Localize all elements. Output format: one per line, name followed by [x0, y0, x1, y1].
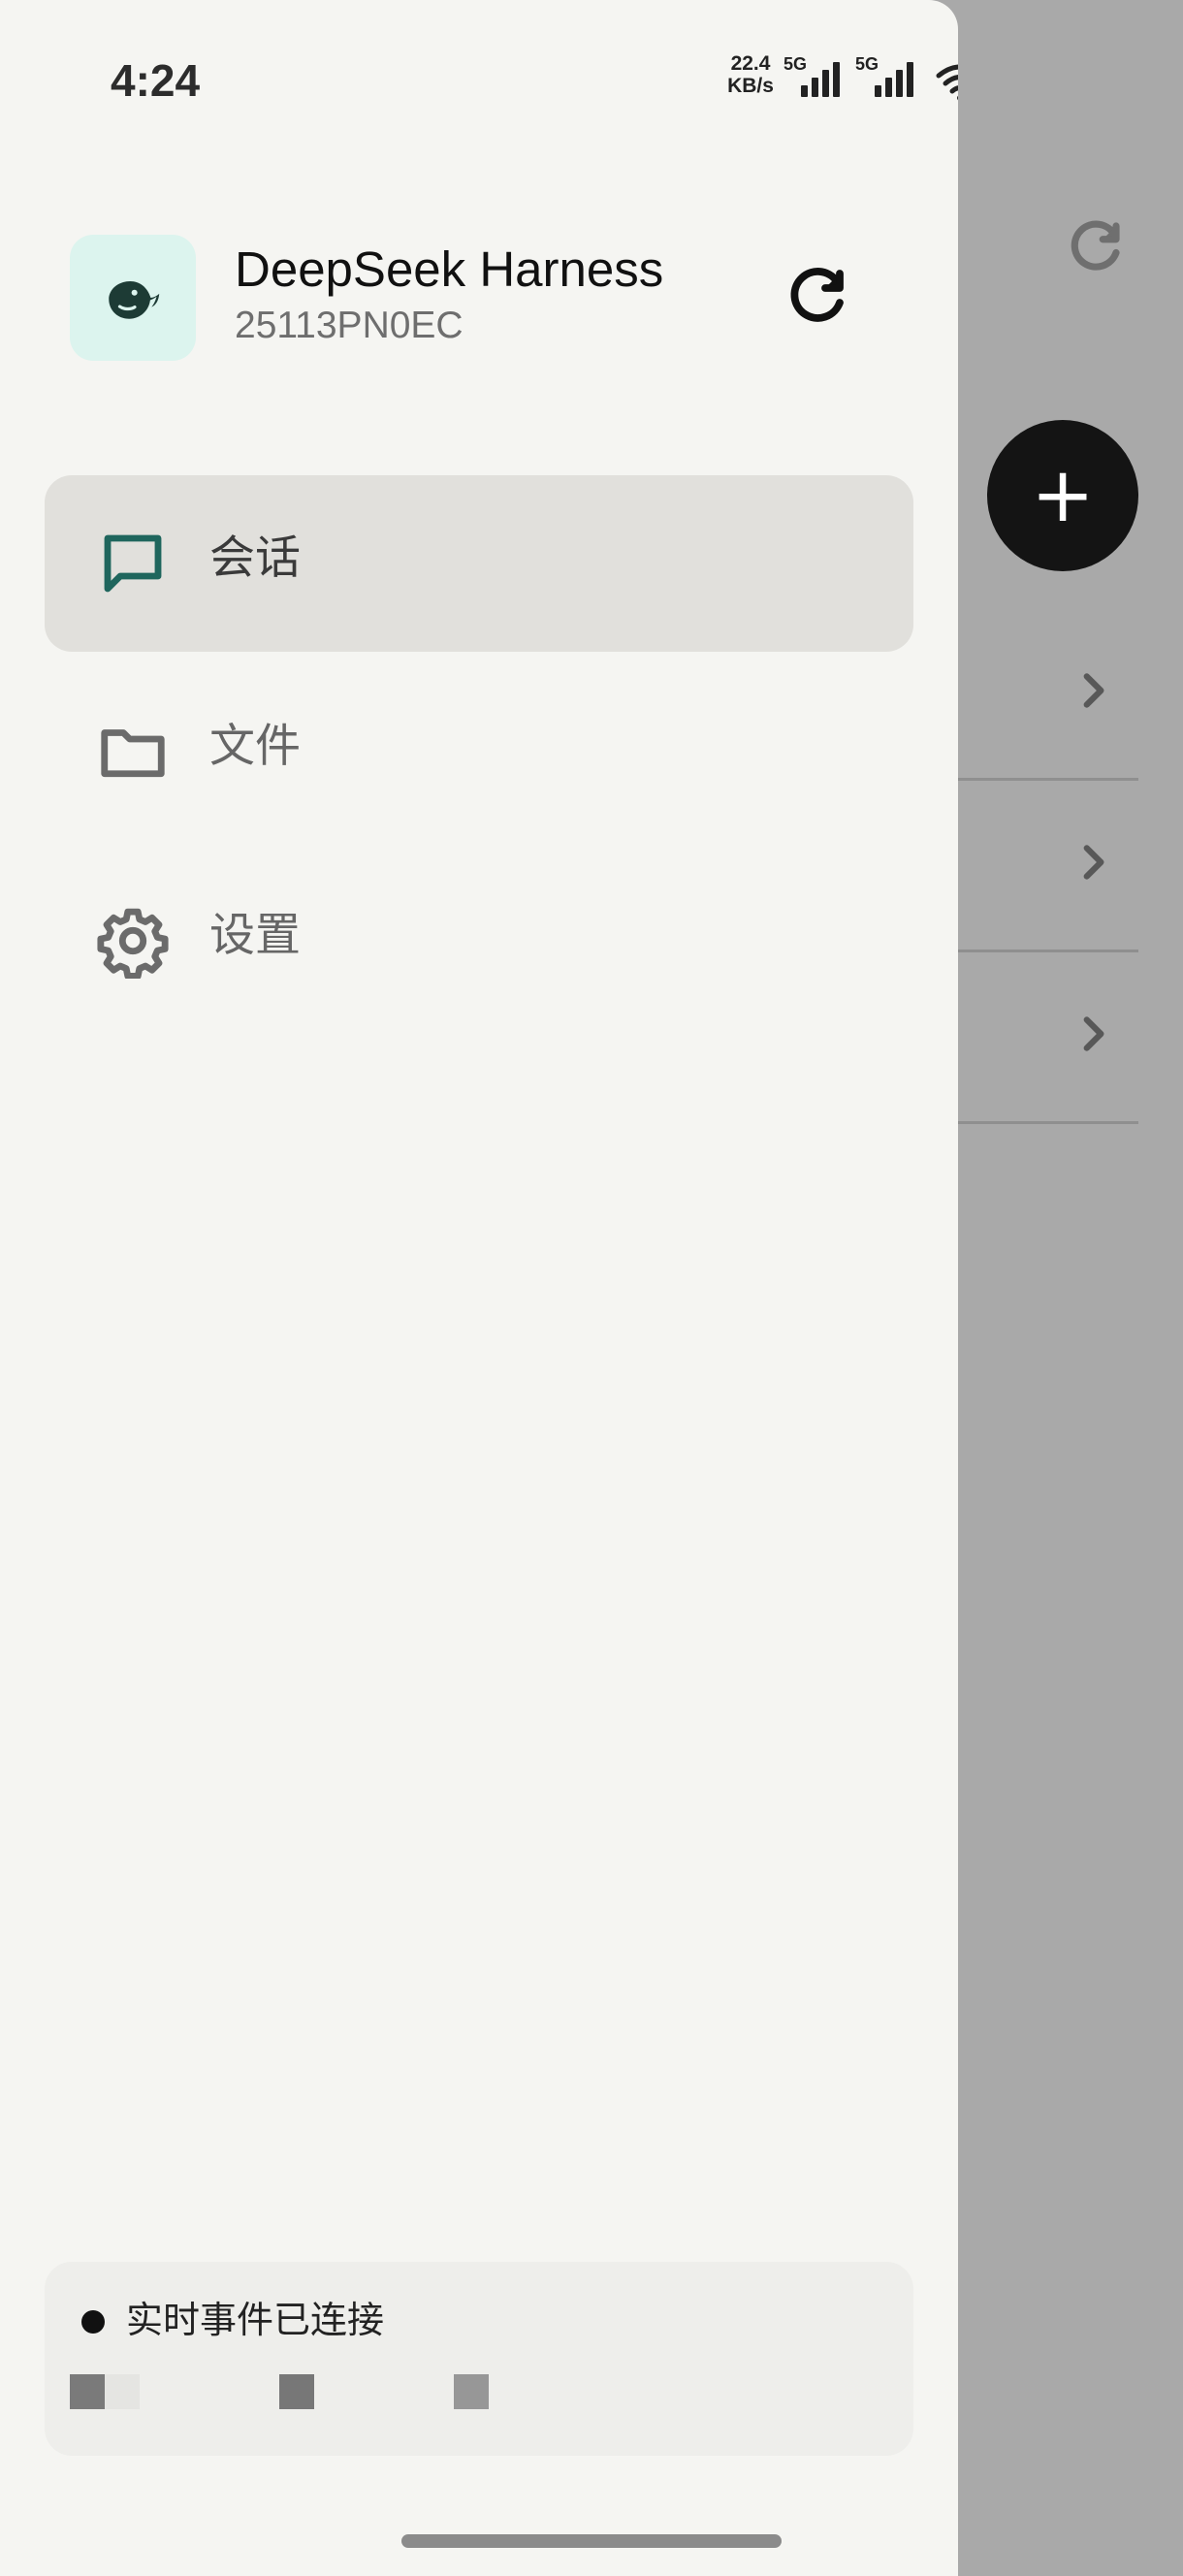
- nav-item-label: 设置: [209, 909, 301, 962]
- chat-bubble-icon: [104, 534, 162, 593]
- navigation-drawer: 4:24 22.4 KB/s 5G 5G 100: [0, 0, 958, 2576]
- plus-icon: +: [1031, 452, 1095, 539]
- app-logo: [70, 235, 196, 361]
- background-list-row[interactable]: [958, 606, 1138, 781]
- deepseek-whale-icon: [109, 280, 160, 319]
- connection-status-text: 实时事件已连接: [126, 2299, 385, 2341]
- device-id: 25113PN0EC: [235, 305, 464, 346]
- background-list-row[interactable]: [958, 950, 1138, 1124]
- connection-status-card: 实时事件已连接: [45, 2262, 913, 2456]
- add-session-fab[interactable]: +: [987, 420, 1138, 571]
- chevron-right-icon: [1083, 673, 1104, 708]
- status-indicators: 22.4 KB/s 5G 5G 100: [719, 50, 958, 111]
- cell-signal-icon: [875, 62, 913, 97]
- home-indicator[interactable]: [401, 2534, 782, 2548]
- network-speed-value: 22.4: [730, 52, 771, 75]
- network-speed: 22.4 KB/s: [719, 52, 782, 97]
- chevron-right-icon: [1083, 845, 1104, 880]
- redacted-block: [105, 2374, 140, 2409]
- app-title: DeepSeek Harness: [235, 242, 664, 297]
- redacted-block: [454, 2374, 489, 2409]
- background-list-row[interactable]: [958, 778, 1138, 952]
- nav-item-settings[interactable]: 设置: [45, 853, 913, 1029]
- gear-icon: [97, 908, 169, 979]
- connection-status-dot: [81, 2310, 105, 2334]
- nav-item-label: 会话: [209, 531, 301, 585]
- chevron-right-icon: [1083, 1016, 1104, 1051]
- redacted-block: [279, 2374, 314, 2409]
- redacted-block: [70, 2374, 105, 2409]
- nav-item-label: 文件: [209, 720, 301, 773]
- status-time: 4:24: [111, 55, 201, 106]
- network-speed-unit: KB/s: [727, 75, 774, 97]
- cell-signal-icon: [801, 62, 840, 97]
- nav-item-sessions[interactable]: 会话: [45, 475, 913, 652]
- nav-item-files[interactable]: 文件: [45, 663, 913, 840]
- folder-icon: [101, 729, 165, 778]
- refresh-icon[interactable]: [782, 262, 851, 332]
- background-refresh-icon: [1063, 215, 1127, 279]
- app-header: DeepSeek Harness 25113PN0EC: [70, 235, 892, 361]
- wifi-icon: [936, 64, 958, 101]
